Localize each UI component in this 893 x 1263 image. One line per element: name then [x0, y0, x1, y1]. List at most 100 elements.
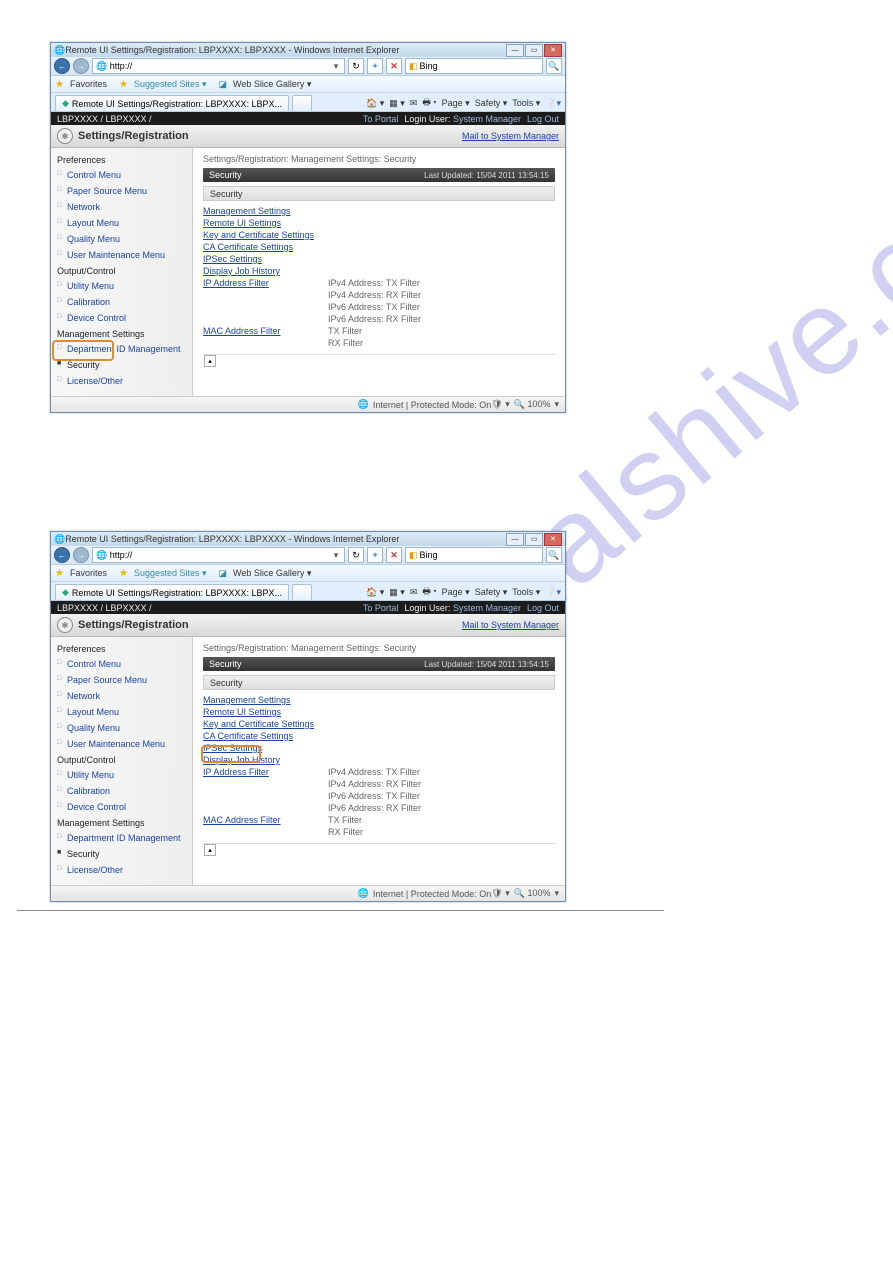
link-ip-filter[interactable]: IP Address Filter	[203, 278, 269, 288]
link-mgmt-settings[interactable]: Management Settings	[203, 206, 291, 216]
web-slice-gallery-2[interactable]: Web Slice Gallery ▾	[233, 568, 311, 579]
zoom-dropdown-2[interactable]: ▾	[554, 888, 559, 899]
maximize-button-2[interactable]: ▭	[525, 533, 543, 546]
home-icon[interactable]: 🏠 ▾	[366, 98, 384, 109]
maximize-button[interactable]: ▭	[525, 44, 543, 57]
link-ca-cert-2[interactable]: CA Certificate Settings	[203, 731, 293, 741]
nav-security[interactable]: Security	[57, 357, 190, 373]
nav-calibration-2[interactable]: Calibration	[57, 783, 190, 799]
favorites-label[interactable]: Favorites	[70, 79, 107, 89]
nav-utility-menu-2[interactable]: Utility Menu	[57, 767, 190, 783]
mail-icon-2[interactable]: ✉	[410, 587, 418, 598]
home-icon-2[interactable]: 🏠 ▾	[366, 587, 384, 598]
stop-button[interactable]: ✕	[386, 58, 402, 74]
close-button[interactable]: ✕	[544, 44, 562, 57]
favorites-star-icon-2[interactable]: ★	[55, 568, 64, 579]
to-portal-link[interactable]: To Portal	[363, 114, 399, 124]
to-portal-link-2[interactable]: To Portal	[363, 603, 399, 613]
link-ipsec[interactable]: IPSec Settings	[203, 254, 262, 264]
back-button[interactable]: ←	[54, 58, 70, 74]
tab-remote-ui-2[interactable]: ◆ Remote UI Settings/Registration: LBPXX…	[55, 584, 289, 600]
protected-mode-icon[interactable]: 🛡 ▾	[491, 399, 509, 410]
nav-device-control[interactable]: Device Control	[57, 310, 190, 326]
stop-button-2[interactable]: ✕	[386, 547, 402, 563]
nav-control-menu-2[interactable]: Control Menu	[57, 656, 190, 672]
mail-to-sysmgr-link-2[interactable]: Mail to System Manager	[462, 620, 559, 630]
page-menu[interactable]: Page ▾	[442, 98, 470, 109]
feeds-icon-2[interactable]: ▦ ▾	[389, 587, 405, 598]
print-icon-2[interactable]: 🖶 ▾	[422, 584, 436, 600]
link-remote-ui-2[interactable]: Remote UI Settings	[203, 707, 281, 717]
search-go-2[interactable]: 🔍	[546, 547, 562, 563]
minimize-button-2[interactable]: —	[506, 533, 524, 546]
nav-license-other-2[interactable]: License/Other	[57, 862, 190, 878]
logout-link-2[interactable]: Log Out	[527, 603, 559, 613]
link-key-cert[interactable]: Key and Certificate Settings	[203, 230, 314, 240]
compat-button[interactable]: ✦	[367, 58, 383, 74]
nav-layout-menu-2[interactable]: Layout Menu	[57, 704, 190, 720]
zoom-label[interactable]: 🔍 100%	[514, 399, 551, 410]
search-go[interactable]: 🔍	[546, 58, 562, 74]
address-field-2[interactable]: 🌐 http:// ▾	[92, 547, 345, 563]
refresh-button-2[interactable]: ↻	[348, 547, 364, 563]
new-tab-button[interactable]	[292, 95, 312, 111]
nav-dept-id[interactable]: Department ID Management	[57, 341, 190, 357]
favorites-label-2[interactable]: Favorites	[70, 568, 107, 578]
nav-network[interactable]: Network	[57, 199, 190, 215]
nav-control-menu[interactable]: Control Menu	[57, 167, 190, 183]
help-icon-2[interactable]: ❔▾	[545, 587, 561, 598]
zoom-dropdown[interactable]: ▾	[554, 399, 559, 410]
suggested-sites-2[interactable]: Suggested Sites ▾	[134, 568, 207, 579]
page-menu-2[interactable]: Page ▾	[442, 587, 470, 598]
minimize-button[interactable]: —	[506, 44, 524, 57]
nav-device-control-2[interactable]: Device Control	[57, 799, 190, 815]
link-ca-cert[interactable]: CA Certificate Settings	[203, 242, 293, 252]
link-job-history[interactable]: Display Job History	[203, 266, 280, 276]
suggested-sites[interactable]: Suggested Sites ▾	[134, 79, 207, 90]
forward-button-2[interactable]: →	[73, 547, 89, 563]
new-tab-button-2[interactable]	[292, 584, 312, 600]
link-ip-filter-2[interactable]: IP Address Filter	[203, 767, 269, 777]
address-dropdown-2[interactable]: ▾	[331, 550, 341, 561]
print-icon[interactable]: 🖶 ▾	[422, 95, 436, 111]
web-slice-gallery[interactable]: Web Slice Gallery ▾	[233, 79, 311, 90]
compat-button-2[interactable]: ✦	[367, 547, 383, 563]
nav-quality-menu[interactable]: Quality Menu	[57, 231, 190, 247]
address-dropdown[interactable]: ▾	[331, 61, 341, 72]
nav-network-2[interactable]: Network	[57, 688, 190, 704]
link-mac-filter[interactable]: MAC Address Filter	[203, 326, 281, 336]
link-mac-filter-2[interactable]: MAC Address Filter	[203, 815, 281, 825]
link-ipsec-2[interactable]: IPSec Settings	[203, 743, 262, 753]
link-remote-ui[interactable]: Remote UI Settings	[203, 218, 281, 228]
nav-utility-menu[interactable]: Utility Menu	[57, 278, 190, 294]
nav-quality-menu-2[interactable]: Quality Menu	[57, 720, 190, 736]
mail-icon[interactable]: ✉	[410, 98, 418, 109]
nav-security-2[interactable]: Security	[57, 846, 190, 862]
tools-menu[interactable]: Tools ▾	[512, 98, 540, 109]
safety-menu-2[interactable]: Safety ▾	[475, 587, 508, 598]
nav-paper-source-2[interactable]: Paper Source Menu	[57, 672, 190, 688]
nav-license-other[interactable]: License/Other	[57, 373, 190, 389]
help-icon[interactable]: ❔▾	[545, 98, 561, 109]
close-button-2[interactable]: ✕	[544, 533, 562, 546]
logout-link[interactable]: Log Out	[527, 114, 559, 124]
nav-user-maintenance[interactable]: User Maintenance Menu	[57, 247, 190, 263]
link-job-history-2[interactable]: Display Job History	[203, 755, 280, 765]
link-mgmt-settings-2[interactable]: Management Settings	[203, 695, 291, 705]
safety-menu[interactable]: Safety ▾	[475, 98, 508, 109]
nav-dept-id-2[interactable]: Department ID Management	[57, 830, 190, 846]
page-top-icon-2[interactable]: ▴	[204, 844, 216, 856]
search-box[interactable]: ◧ Bing	[405, 58, 543, 74]
mail-to-sysmgr-link[interactable]: Mail to System Manager	[462, 131, 559, 141]
search-box-2[interactable]: ◧ Bing	[405, 547, 543, 563]
feeds-icon[interactable]: ▦ ▾	[389, 98, 405, 109]
address-field[interactable]: 🌐 http:// ▾	[92, 58, 345, 74]
favorites-star-icon[interactable]: ★	[55, 79, 64, 90]
page-top-icon[interactable]: ▴	[204, 355, 216, 367]
tools-menu-2[interactable]: Tools ▾	[512, 587, 540, 598]
tab-remote-ui[interactable]: ◆ Remote UI Settings/Registration: LBPXX…	[55, 95, 289, 111]
forward-button[interactable]: →	[73, 58, 89, 74]
nav-layout-menu[interactable]: Layout Menu	[57, 215, 190, 231]
refresh-button[interactable]: ↻	[348, 58, 364, 74]
nav-calibration[interactable]: Calibration	[57, 294, 190, 310]
